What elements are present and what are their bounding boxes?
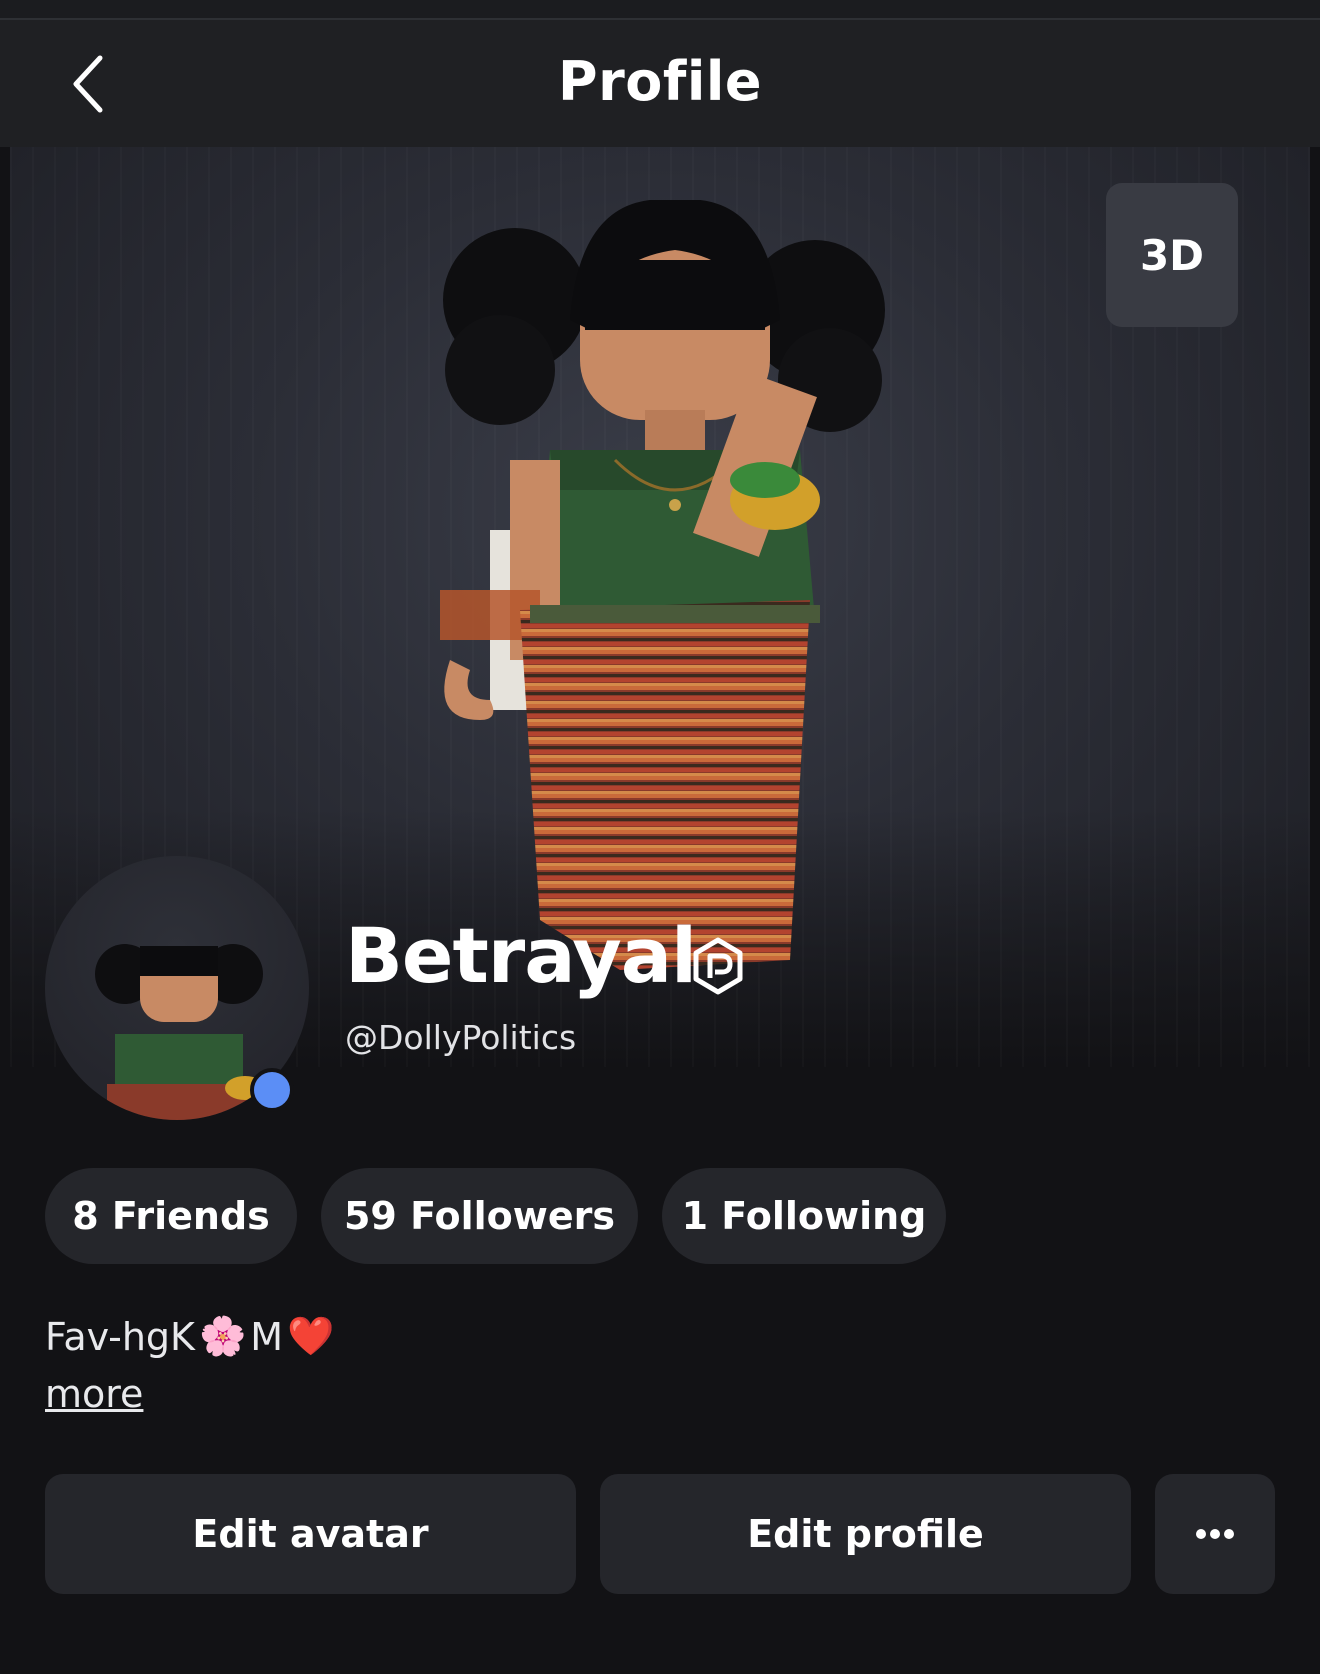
edit-profile-button[interactable]: Edit profile <box>600 1474 1131 1594</box>
followers-count-button[interactable]: 59 Followers <box>321 1168 638 1264</box>
top-app-bar: Profile <box>0 20 1320 147</box>
avatar-render <box>440 200 885 970</box>
edit-avatar-button[interactable]: Edit avatar <box>45 1474 576 1594</box>
more-options-button[interactable] <box>1155 1474 1275 1594</box>
following-count-button[interactable]: 1 Following <box>662 1168 946 1264</box>
bio-text: Fav-hgK 🌸 M ❤️ <box>45 1314 338 1359</box>
bio-text-middle: M <box>250 1314 284 1359</box>
premium-badge-icon <box>693 937 743 995</box>
online-status-indicator <box>250 1068 294 1112</box>
page-title: Profile <box>558 50 762 113</box>
bio-text-start: Fav-hgK <box>45 1314 195 1359</box>
more-horizontal-icon <box>1196 1529 1234 1539</box>
bio-more-link[interactable]: more <box>45 1372 143 1416</box>
view-3d-button[interactable]: 3D <box>1106 183 1238 327</box>
username: @DollyPolitics <box>345 1018 577 1057</box>
heart-icon: ❤️ <box>287 1314 335 1358</box>
flower-icon: 🌸 <box>198 1314 247 1358</box>
display-name: Betrayal <box>345 911 697 1000</box>
friends-count-button[interactable]: 8 Friends <box>45 1168 297 1264</box>
status-bar-strip <box>0 0 1320 20</box>
